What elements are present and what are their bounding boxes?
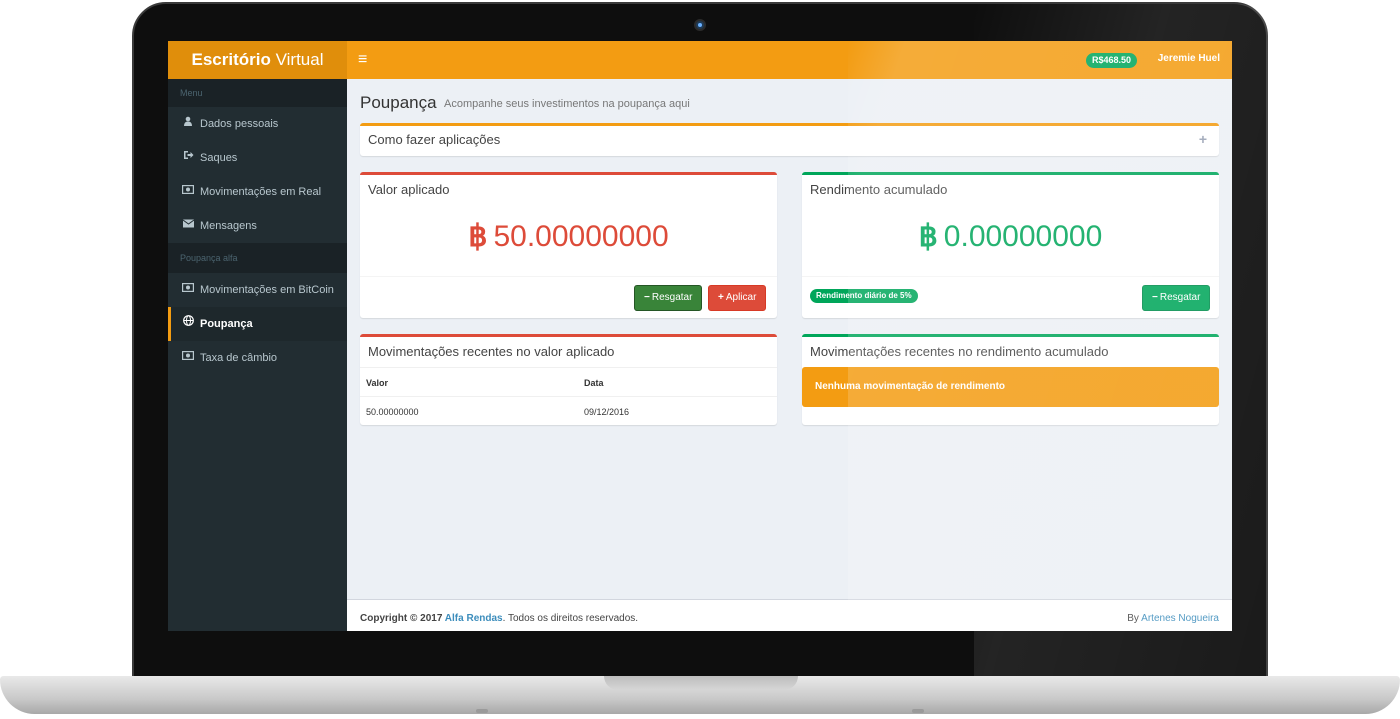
- minus-icon: −: [644, 292, 650, 303]
- daily-rate-badge: Rendimento diário de 5%: [810, 289, 918, 303]
- recent-yield-title: Movimentações recentes no rendimento acu…: [810, 344, 1109, 359]
- withdraw-yield-label: Resgatar: [1159, 292, 1201, 303]
- sidebar-item-taxa-cambio[interactable]: Taxa de câmbio: [168, 341, 347, 375]
- recent-applied-box: Movimentações recentes no valor aplicado…: [360, 334, 777, 425]
- sidebar-item-poupanca[interactable]: Poupança: [168, 307, 347, 341]
- withdraw-applied-button[interactable]: − Resgatar: [634, 285, 703, 311]
- author-credit: By Artenes Nogueira: [1127, 600, 1219, 631]
- yield-box: Rendimento acumulado ฿ 0.00000000 Rendime…: [802, 172, 1219, 318]
- yield-footer: Rendimento diário de 5% − Resgatar: [802, 276, 1219, 318]
- author-link[interactable]: Artenes Nogueira: [1141, 613, 1219, 624]
- main-footer: Copyright © 2017 Alfa Rendas. Todos os d…: [347, 599, 1232, 631]
- laptop-foot-right: [912, 709, 924, 713]
- applied-value-amount: ฿ 50.00000000: [360, 219, 777, 254]
- sidebar-item-label: Poupança: [200, 318, 253, 330]
- recent-applied-title: Movimentações recentes no valor aplicado: [368, 344, 615, 359]
- sidebar-toggle-icon[interactable]: ≡: [358, 51, 367, 69]
- by-prefix: By: [1127, 613, 1142, 624]
- sign-out-icon: [182, 141, 194, 175]
- withdraw-applied-label: Resgatar: [651, 292, 693, 303]
- top-navbar: Escritório Virtual ≡ R$468.50 Jeremie Hu…: [168, 41, 1232, 79]
- envelope-icon: [182, 209, 194, 243]
- sidebar-item-label: Taxa de câmbio: [200, 352, 278, 364]
- withdraw-yield-button[interactable]: − Resgatar: [1142, 285, 1211, 311]
- page-subtitle: Acompanhe seus investimentos na poupança…: [444, 98, 690, 110]
- applied-value-title: Valor aplicado: [368, 182, 450, 197]
- bitcoin-icon: ฿: [468, 220, 488, 253]
- money-icon: [182, 175, 195, 209]
- copyright-suffix: . Todos os direitos reservados.: [502, 613, 639, 624]
- sidebar-item-label: Dados pessoais: [200, 118, 279, 130]
- applied-value-footer: − Resgatar + Aplicar: [360, 276, 777, 318]
- camera-icon: [694, 19, 706, 31]
- how-to-box: Como fazer aplicações +: [360, 123, 1219, 156]
- column-header-valor: Valor: [366, 378, 389, 388]
- apply-label: Aplicar: [725, 292, 757, 303]
- sidebar-header-menu: Menu: [168, 79, 347, 107]
- table-divider: [360, 396, 777, 397]
- yield-number: 0.00000000: [943, 220, 1103, 253]
- user-menu[interactable]: Jeremie Huel: [1158, 53, 1220, 64]
- content-wrapper: Poupança Acompanhe seus investimentos na…: [347, 79, 1232, 599]
- sidebar-item-label: Movimentações em Real: [200, 186, 322, 198]
- minus-icon: −: [1152, 292, 1158, 303]
- copyright: Copyright © 2017 Alfa Rendas. Todos os d…: [360, 600, 638, 631]
- sidebar-item-label: Movimentações em BitCoin: [200, 284, 334, 296]
- sidebar-item-movimentacoes-real[interactable]: Movimentações em Real: [168, 175, 347, 209]
- copyright-prefix: Copyright © 2017: [360, 613, 445, 624]
- brand-light: Virtual: [270, 50, 324, 69]
- brand-bold: Escritório: [191, 50, 271, 69]
- yield-amount: ฿ 0.00000000: [802, 219, 1219, 254]
- sidebar-item-label: Mensagens: [200, 220, 257, 232]
- company-link[interactable]: Alfa Rendas: [445, 613, 503, 624]
- user-icon: [182, 107, 194, 141]
- table-cell-valor: 50.00000000: [366, 407, 419, 417]
- empty-yield-callout: Nenhuma movimentação de rendimento: [802, 367, 1219, 407]
- column-header-data: Data: [584, 378, 604, 388]
- globe-icon: [182, 307, 194, 341]
- plus-icon: +: [718, 292, 724, 303]
- how-to-title: Como fazer aplicações: [368, 132, 501, 147]
- applied-value-number: 50.00000000: [493, 220, 669, 253]
- sidebar-item-movimentacoes-bitcoin[interactable]: Movimentações em BitCoin: [168, 273, 347, 307]
- recent-yield-box: Movimentações recentes no rendimento acu…: [802, 334, 1219, 425]
- sidebar-header-poupanca-alfa: Poupança alfa: [168, 243, 347, 273]
- bitcoin-icon: ฿: [918, 220, 938, 253]
- sidebar-item-label: Saques: [200, 152, 238, 164]
- sidebar: Menu Dados pessoais Saques Movimentações…: [168, 79, 347, 631]
- laptop-notch: [604, 676, 798, 690]
- table-divider: [360, 367, 777, 368]
- money-icon: [182, 341, 195, 375]
- expand-plus-icon[interactable]: +: [1199, 131, 1207, 147]
- screen: Escritório Virtual ≡ R$468.50 Jeremie Hu…: [168, 41, 1232, 631]
- yield-title: Rendimento acumulado: [810, 182, 948, 197]
- balance-badge: R$468.50: [1086, 53, 1138, 68]
- sidebar-item-dados-pessoais[interactable]: Dados pessoais: [168, 107, 347, 141]
- brand-logo[interactable]: Escritório Virtual: [168, 41, 347, 79]
- page-title: Poupança: [360, 93, 437, 112]
- sidebar-item-saques[interactable]: Saques: [168, 141, 347, 175]
- money-icon: [182, 273, 195, 307]
- sidebar-item-mensagens[interactable]: Mensagens: [168, 209, 347, 243]
- laptop-foot-left: [476, 709, 488, 713]
- applied-value-box: Valor aplicado ฿ 50.00000000 − Resgatar + A…: [360, 172, 777, 318]
- table-cell-data: 09/12/2016: [584, 407, 630, 417]
- apply-button[interactable]: + Aplicar: [708, 285, 767, 311]
